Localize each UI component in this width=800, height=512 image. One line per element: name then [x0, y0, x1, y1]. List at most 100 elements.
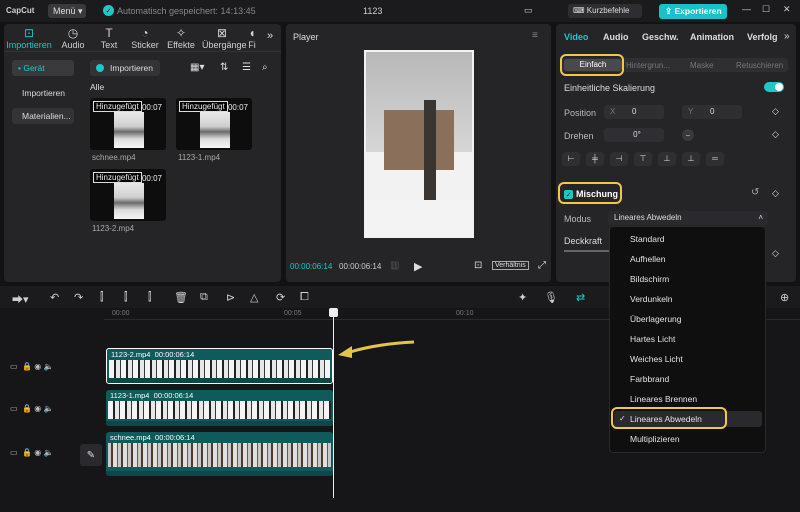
- menu-button[interactable]: Menü ▾: [48, 4, 86, 18]
- clip-1123-2[interactable]: 1123-2.mp4 00:00:06:14: [106, 348, 333, 384]
- lock-icon[interactable]: 🔒: [22, 362, 32, 371]
- video-preview[interactable]: [364, 50, 474, 238]
- keyframe-diamond-icon[interactable]: ◇: [772, 106, 779, 117]
- option-hard-light[interactable]: Hartes Licht: [630, 334, 675, 344]
- media-item[interactable]: Hinzugefügt 00:07: [176, 98, 252, 150]
- clip-1123-1[interactable]: 1123-1.mp4 00:00:06:14: [106, 390, 333, 426]
- play-icon[interactable]: ▶: [414, 260, 422, 273]
- tab-animation[interactable]: Animation: [690, 32, 734, 42]
- tab-filter[interactable]: ◖ Fi: [244, 26, 260, 50]
- microphone-icon[interactable]: 🎙: [544, 291, 558, 304]
- option-overlay[interactable]: Überlagerung: [630, 314, 682, 324]
- option-multiply[interactable]: Multiplizieren: [630, 434, 680, 444]
- reset-icon[interactable]: ↺: [751, 187, 759, 198]
- track-icon[interactable]: ▭: [10, 448, 18, 457]
- sort-icon[interactable]: ⇅: [220, 62, 228, 73]
- crop-icon[interactable]: ⧠: [300, 291, 309, 304]
- subtab-background[interactable]: Hintergrun...: [626, 61, 670, 70]
- rotate-input[interactable]: 0°: [604, 128, 664, 142]
- eye-icon[interactable]: ◉: [34, 404, 41, 413]
- keyframe-diamond-icon[interactable]: ◇: [772, 248, 779, 259]
- add-icon[interactable]: ⊕: [780, 291, 789, 304]
- rotate-dial-icon[interactable]: –: [682, 129, 694, 141]
- align-top-icon[interactable]: ⊤: [634, 152, 652, 166]
- option-darken[interactable]: Verdunkeln: [630, 294, 673, 304]
- grid-view-icon[interactable]: ▦▾: [190, 62, 204, 73]
- align-right-icon[interactable]: ⊣: [610, 152, 628, 166]
- align-middle-icon[interactable]: ⊥: [658, 152, 676, 166]
- export-button[interactable]: ⇪ Exportieren: [659, 4, 727, 19]
- speaker-icon[interactable]: 🔈: [43, 362, 53, 371]
- sidebar-item-device[interactable]: • Gerät: [12, 60, 74, 76]
- eye-icon[interactable]: ◉: [34, 362, 41, 371]
- split-icon[interactable]: ⫿: [100, 291, 104, 304]
- link-icon[interactable]: ⇄: [576, 291, 585, 304]
- mode-select[interactable]: Lineares Abwedeln ˄: [608, 211, 768, 225]
- tab-text[interactable]: T Text: [92, 26, 126, 50]
- subtab-mask[interactable]: Maske: [690, 61, 714, 70]
- option-lighten[interactable]: Aufhellen: [630, 254, 665, 264]
- sidebar-item-materials[interactable]: Materialien...: [12, 108, 74, 124]
- fit-screen-icon[interactable]: ⊡: [474, 260, 482, 271]
- media-item[interactable]: Hinzugefügt 00:07: [90, 169, 166, 221]
- speaker-icon[interactable]: 🔈: [43, 404, 53, 413]
- tab-tracking[interactable]: Verfolg: [747, 32, 778, 42]
- option-screen[interactable]: Bildschirm: [630, 274, 669, 284]
- lock-icon[interactable]: 🔒: [22, 448, 32, 457]
- tab-effects[interactable]: ✧ Effekte: [164, 26, 198, 50]
- minimize-icon[interactable]: —: [742, 4, 751, 14]
- delete-icon[interactable]: 🗑: [174, 291, 188, 304]
- close-icon[interactable]: ✕: [783, 4, 791, 15]
- speaker-icon[interactable]: 🔈: [43, 448, 53, 457]
- tab-audio[interactable]: Audio: [603, 32, 629, 42]
- rotate-icon[interactable]: ⟳: [276, 291, 285, 304]
- menu-icon[interactable]: ≡: [532, 30, 538, 41]
- split-left-icon[interactable]: ⫿: [124, 291, 128, 304]
- select-tool-icon[interactable]: ⮕▾: [12, 291, 29, 307]
- ai-icon[interactable]: ✦: [518, 291, 527, 304]
- clip-schnee[interactable]: schnee.mp4 00:00:06:14: [106, 432, 333, 476]
- tab-import[interactable]: ⊡ Importieren: [6, 26, 52, 50]
- keyframe-diamond-icon[interactable]: ◇: [772, 129, 779, 140]
- distribute-icon[interactable]: ═: [706, 152, 724, 166]
- layout-icon[interactable]: ▭: [524, 5, 533, 16]
- sidebar-item-import[interactable]: Importieren: [22, 88, 65, 98]
- position-y-input[interactable]: Y0: [682, 105, 742, 119]
- more-tabs-icon[interactable]: »: [267, 30, 273, 42]
- position-x-input[interactable]: X0: [604, 105, 664, 119]
- option-soft-light[interactable]: Weiches Licht: [630, 354, 683, 364]
- playhead[interactable]: [333, 308, 334, 498]
- playhead-handle[interactable]: [329, 308, 338, 317]
- more-tabs-icon[interactable]: »: [784, 31, 790, 42]
- split-right-icon[interactable]: ⫿: [148, 291, 152, 304]
- media-item[interactable]: Hinzugefügt 00:07: [90, 98, 166, 150]
- freeze-icon[interactable]: ⧉: [200, 291, 208, 304]
- align-center-icon[interactable]: ╪: [586, 152, 604, 166]
- maximize-icon[interactable]: ☐: [762, 4, 770, 15]
- tab-sticker[interactable]: ◔ Sticker: [128, 26, 162, 50]
- subtab-retouch[interactable]: Retuschieren: [736, 61, 783, 70]
- tab-transitions[interactable]: ⊠ Übergänge: [202, 26, 247, 50]
- uniform-scale-toggle[interactable]: [764, 82, 784, 92]
- filter-list-icon[interactable]: ☰: [242, 62, 251, 73]
- tab-video[interactable]: Video: [564, 32, 588, 42]
- edit-cover-icon[interactable]: ✎: [80, 444, 102, 466]
- search-icon[interactable]: ⌕: [262, 62, 268, 73]
- ratio-button[interactable]: Verhältnis: [492, 261, 529, 270]
- reverse-icon[interactable]: ⊳: [226, 291, 235, 304]
- import-button[interactable]: Importieren: [90, 60, 160, 76]
- shortcuts-button[interactable]: ⌨ Kurzbefehle: [568, 4, 642, 18]
- track-icon[interactable]: ▭: [10, 404, 18, 413]
- option-color-burn[interactable]: Farbbrand: [630, 374, 669, 384]
- fullscreen-icon[interactable]: ⤢: [538, 260, 546, 271]
- tab-speed[interactable]: Geschw.: [642, 32, 679, 42]
- mirror-icon[interactable]: △: [250, 291, 258, 304]
- track-icon[interactable]: ▭: [10, 362, 18, 371]
- option-standard[interactable]: Standard: [630, 234, 665, 244]
- option-linear-burn[interactable]: Lineares Brennen: [630, 394, 697, 404]
- redo-icon[interactable]: ↷: [74, 291, 83, 304]
- lock-icon[interactable]: 🔒: [22, 404, 32, 413]
- align-bottom-icon[interactable]: ⊥: [682, 152, 700, 166]
- tab-audio[interactable]: ◷ Audio: [56, 26, 90, 50]
- eye-icon[interactable]: ◉: [34, 448, 41, 457]
